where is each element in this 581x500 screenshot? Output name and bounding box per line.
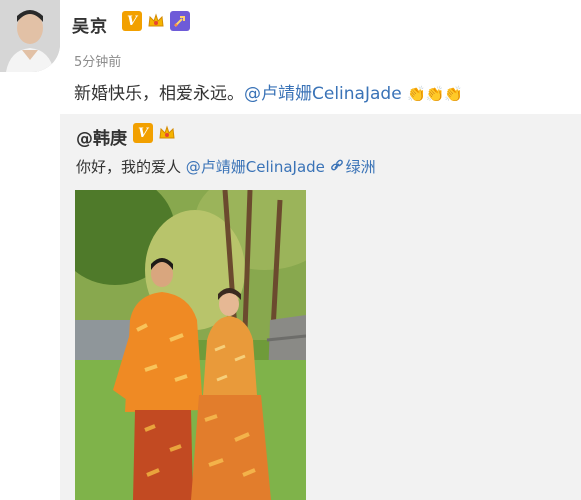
repost-text: 你好，我的爱人 xyxy=(76,158,186,176)
link-icon xyxy=(330,159,343,171)
author-badges: V xyxy=(122,11,190,31)
author-name[interactable]: 吴京 xyxy=(72,12,108,37)
weibo-post: 吴京 V 5分钟前 新婚快乐，相爱永远。@卢靖姗CelinaJade 👏👏👏 @… xyxy=(0,0,581,500)
crown-badge-icon[interactable] xyxy=(146,11,166,31)
mention-link[interactable]: @卢靖姗CelinaJade xyxy=(244,84,402,104)
author-avatar[interactable] xyxy=(0,0,60,72)
post-time[interactable]: 5分钟前 xyxy=(74,51,121,70)
repost-author-badges: V xyxy=(133,123,177,143)
verified-v-icon[interactable]: V xyxy=(122,11,142,31)
repost-author[interactable]: @韩庚 xyxy=(76,124,127,149)
verified-v-icon[interactable]: V xyxy=(133,123,153,143)
rocket-badge-icon[interactable] xyxy=(170,11,190,31)
repost-card[interactable]: @韩庚 V 你好，我的爱人 @卢靖姗CelinaJade 绿洲 xyxy=(60,114,581,500)
repost-content: 你好，我的爱人 @卢靖姗CelinaJade 绿洲 xyxy=(76,156,376,177)
clap-emoji: 👏👏👏 xyxy=(407,85,464,103)
repost-mention-link[interactable]: @卢靖姗CelinaJade xyxy=(186,158,325,176)
crown-badge-icon[interactable] xyxy=(157,123,177,143)
location-label: 绿洲 xyxy=(345,158,376,176)
post-content: 新婚快乐，相爱永远。@卢靖姗CelinaJade 👏👏👏 xyxy=(74,79,463,104)
wedding-photo[interactable] xyxy=(75,190,306,500)
location-link[interactable]: 绿洲 xyxy=(330,158,376,176)
post-text: 新婚快乐，相爱永远。 xyxy=(74,84,244,104)
